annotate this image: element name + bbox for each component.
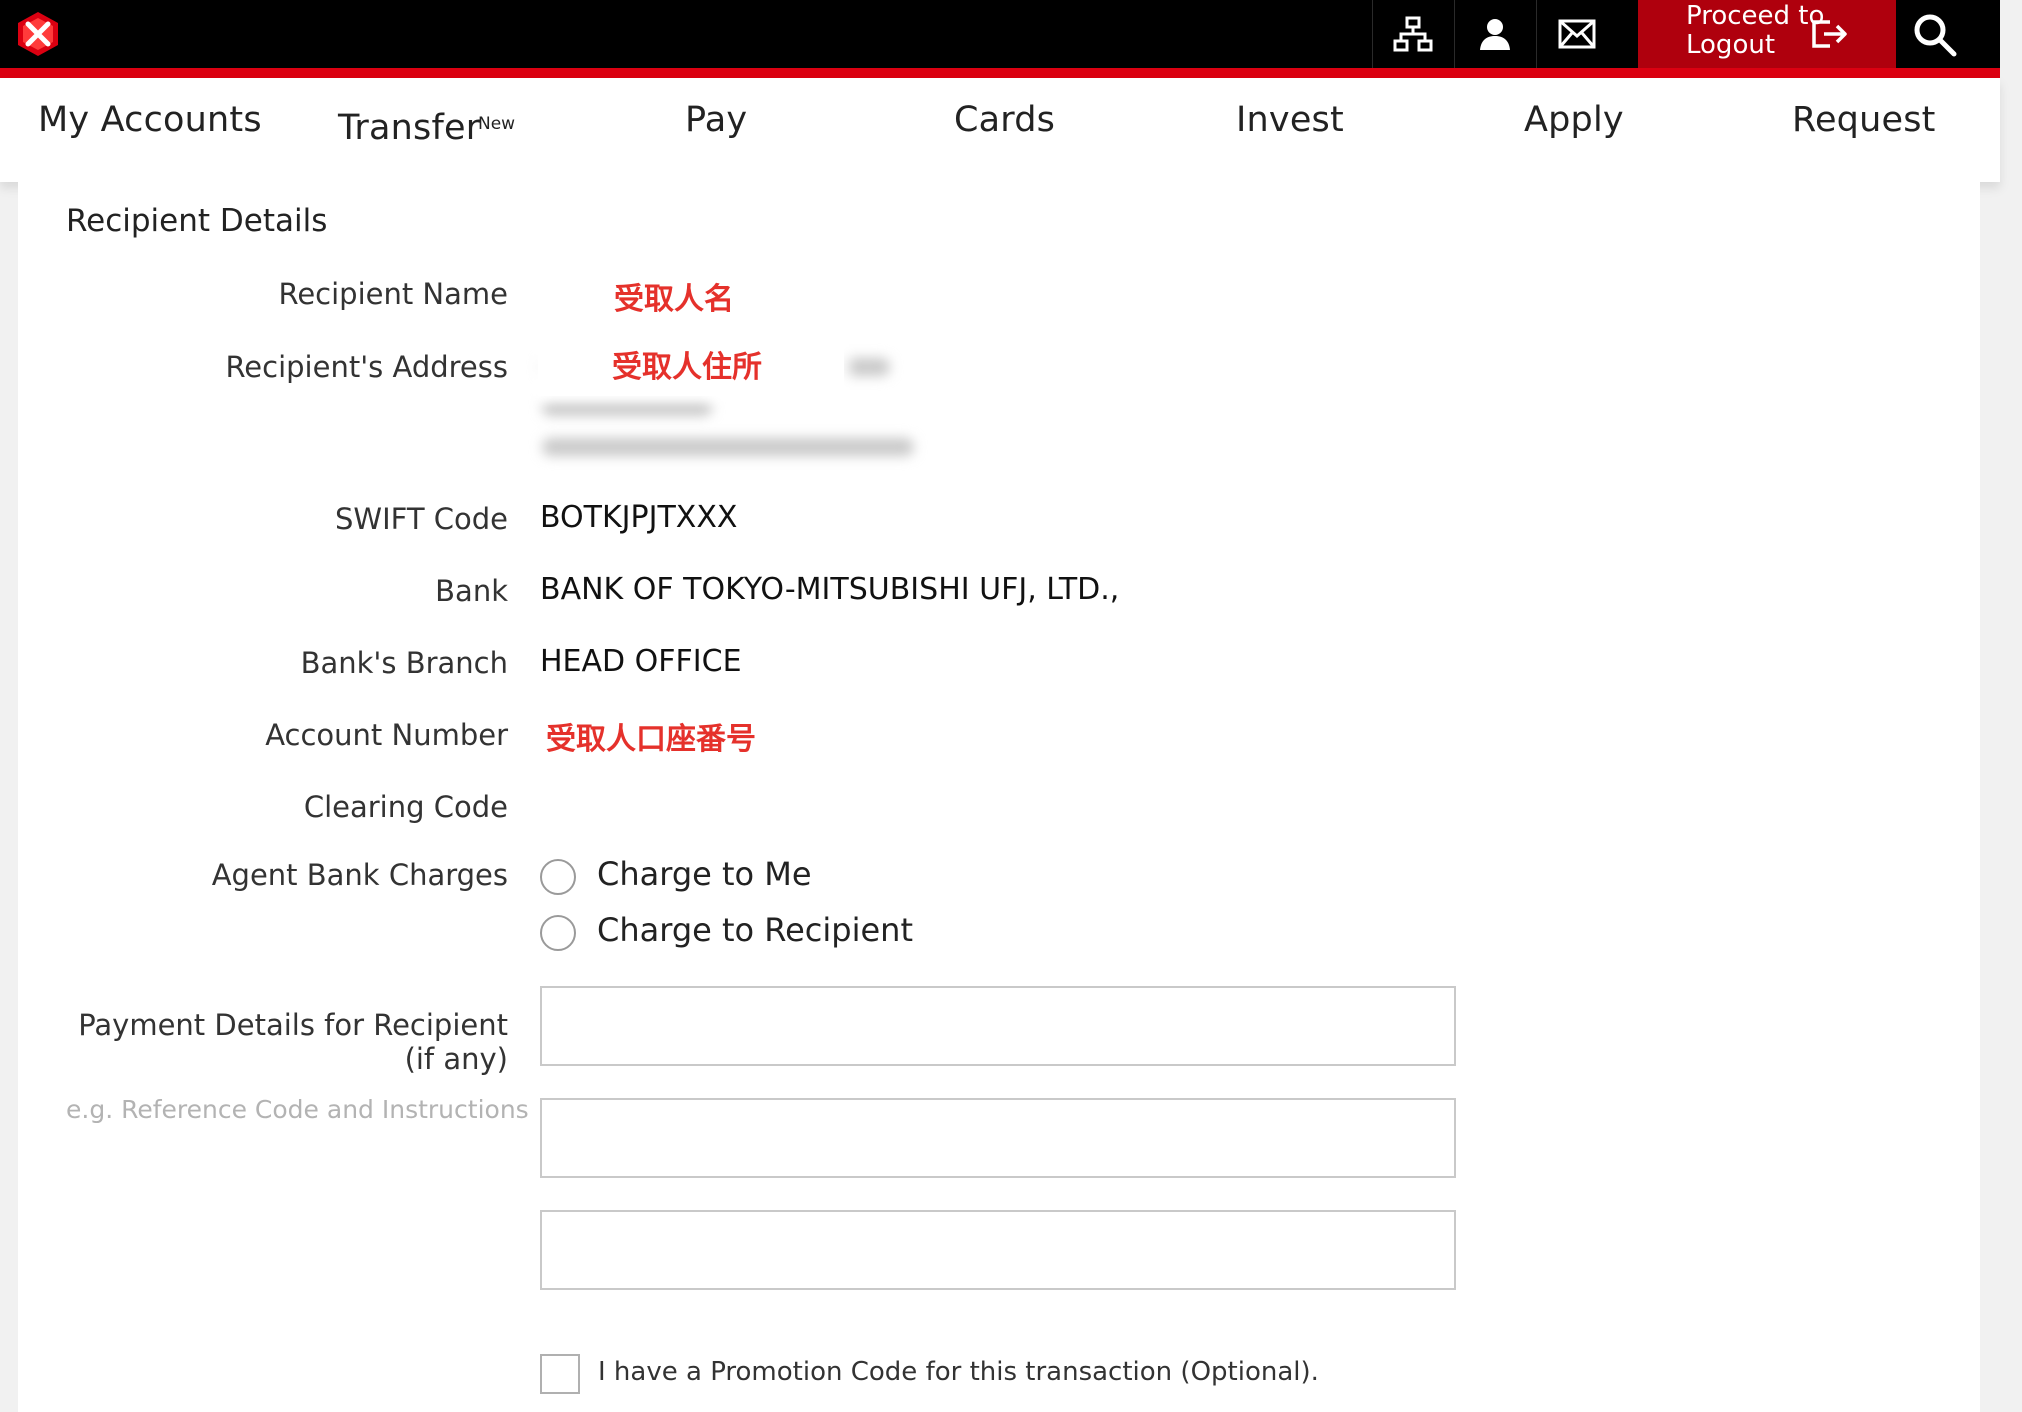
payment-details-label: Payment Details for Recipient (if any) (78, 1008, 508, 1076)
nav-item-pay[interactable]: Pay (685, 100, 747, 140)
nav-item-my-accounts[interactable]: My Accounts (38, 100, 262, 140)
bank-value: BANK OF TOKYO-MITSUBISHI UFJ, LTD., (540, 572, 1120, 607)
logout-label: Proceed to Logout (1686, 1, 1825, 60)
hexagon-logo-icon[interactable] (14, 10, 62, 58)
nav-item-apply[interactable]: Apply (1524, 100, 1624, 140)
nav-item-transfer[interactable]: Transfer (338, 108, 480, 148)
user-icon[interactable] (1454, 0, 1535, 68)
promotion-code-checkbox[interactable] (540, 1354, 580, 1394)
agent-bank-charges-label: Agent Bank Charges (211, 858, 508, 892)
charge-to-recipient-label[interactable]: Charge to Recipient (597, 911, 913, 949)
payment-details-input-3[interactable] (540, 1210, 1456, 1290)
top-bar-accent-stripe (0, 68, 2000, 78)
nav-item-request[interactable]: Request (1792, 100, 1936, 140)
promotion-code-label[interactable]: I have a Promotion Code for this transac… (598, 1357, 1319, 1387)
account-number-label: Account Number (265, 718, 508, 752)
payment-details-input-2[interactable] (540, 1098, 1456, 1178)
payment-details-hint: e.g. Reference Code and Instructions (66, 1095, 529, 1124)
logout-button[interactable]: Proceed to Logout (1638, 0, 1896, 68)
logout-icon (1810, 16, 1850, 56)
bank-label: Bank (435, 574, 508, 608)
blurred-address-line (542, 438, 914, 456)
recipient-address-value: 受取人住所 (612, 350, 762, 385)
account-number-value: 受取人口座番号 (546, 722, 756, 757)
nav-item-cards[interactable]: Cards (954, 100, 1055, 140)
bank-branch-label: Bank's Branch (300, 646, 508, 680)
swift-code-label: SWIFT Code (335, 502, 508, 536)
search-icon[interactable] (1910, 10, 1960, 60)
sitemap-icon[interactable] (1372, 0, 1453, 68)
mail-icon[interactable] (1536, 0, 1617, 68)
bank-branch-value: HEAD OFFICE (540, 644, 742, 679)
payment-details-input-1[interactable] (540, 986, 1456, 1066)
charge-to-me-radio[interactable] (540, 859, 576, 895)
charge-to-me-label[interactable]: Charge to Me (597, 855, 812, 893)
charge-to-recipient-radio[interactable] (540, 915, 576, 951)
recipient-name-label: Recipient Name (278, 277, 508, 311)
nav-item-invest[interactable]: Invest (1236, 100, 1344, 140)
new-badge: New (478, 114, 516, 134)
swift-code-value: BOTKJPJTXXX (540, 500, 738, 535)
clearing-code-label: Clearing Code (303, 790, 508, 824)
section-title: Recipient Details (66, 203, 328, 239)
main-navigation: My Accounts Transfer New Pay Cards Inves… (0, 78, 2000, 182)
recipient-name-value: 受取人名 (614, 282, 734, 317)
recipient-address-label: Recipient's Address (225, 350, 508, 384)
blurred-address-line (542, 398, 712, 416)
